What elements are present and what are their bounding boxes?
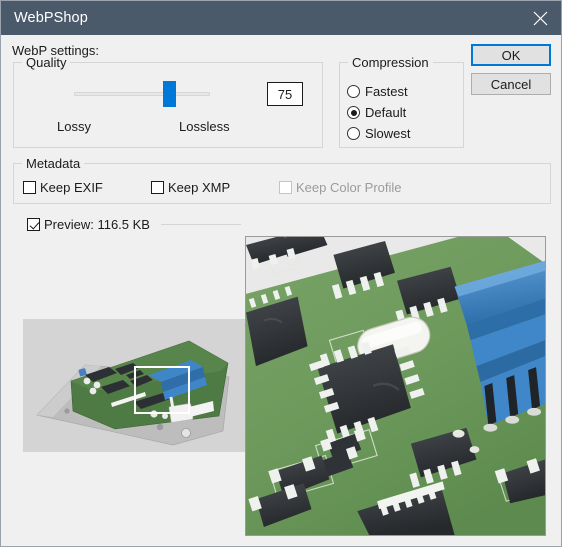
close-icon <box>533 11 548 26</box>
radio-indicator-fastest <box>347 85 360 98</box>
checkbox-indicator-keep-xmp <box>151 181 164 194</box>
quality-value-input[interactable]: 75 <box>267 82 303 106</box>
checkbox-keep-exif[interactable]: Keep EXIF <box>23 180 103 195</box>
quality-slider-track[interactable] <box>74 92 210 96</box>
dialog-body: WebP settings: OK Cancel Quality Lossy L… <box>1 35 561 546</box>
cancel-button[interactable]: Cancel <box>471 73 551 95</box>
checkbox-label-keep-color-profile: Keep Color Profile <box>296 180 402 195</box>
radio-fastest[interactable]: Fastest <box>347 84 408 99</box>
circuit-board-zoomed-preview[interactable] <box>245 236 546 536</box>
quality-value-text: 75 <box>277 86 293 102</box>
compression-group-title: Compression <box>348 55 433 70</box>
quality-slider-thumb[interactable] <box>163 81 176 107</box>
checkbox-indicator-keep-color-profile <box>279 181 292 194</box>
radio-default[interactable]: Default <box>347 105 406 120</box>
checkbox-label-keep-xmp: Keep XMP <box>168 180 231 195</box>
radio-indicator-default <box>347 106 360 119</box>
ok-button[interactable]: OK <box>471 44 551 66</box>
quality-min-label: Lossy <box>57 119 91 134</box>
checkbox-indicator-preview <box>27 218 40 231</box>
window-title: WebPShop <box>14 10 88 26</box>
preview-separator <box>161 224 241 225</box>
circuit-board-overview-thumbnail[interactable] <box>23 319 247 452</box>
radio-indicator-slowest <box>347 127 360 140</box>
title-bar: WebPShop <box>1 1 561 35</box>
ok-button-label: OK <box>501 47 521 63</box>
checkbox-preview[interactable]: Preview: 116.5 KB <box>27 217 150 232</box>
radio-label-default: Default <box>365 105 407 120</box>
checkbox-keep-xmp[interactable]: Keep XMP <box>151 180 230 195</box>
checkbox-label-keep-exif: Keep EXIF <box>40 180 103 195</box>
checkbox-label-preview: Preview: 116.5 KB <box>44 217 150 232</box>
quality-max-label: Lossless <box>179 119 230 134</box>
checkbox-keep-color-profile: Keep Color Profile <box>279 180 402 195</box>
radio-label-fastest: Fastest <box>365 84 408 99</box>
close-button[interactable] <box>517 1 561 35</box>
radio-label-slowest: Slowest <box>365 126 411 141</box>
metadata-group-title: Metadata <box>22 156 85 171</box>
webpshop-dialog: WebPShop WebP settings: OK Cancel Qualit… <box>0 0 562 547</box>
checkbox-indicator-keep-exif <box>23 181 36 194</box>
cancel-button-label: Cancel <box>490 76 532 92</box>
quality-group-title: Quality <box>22 55 71 70</box>
radio-slowest[interactable]: Slowest <box>347 126 411 141</box>
